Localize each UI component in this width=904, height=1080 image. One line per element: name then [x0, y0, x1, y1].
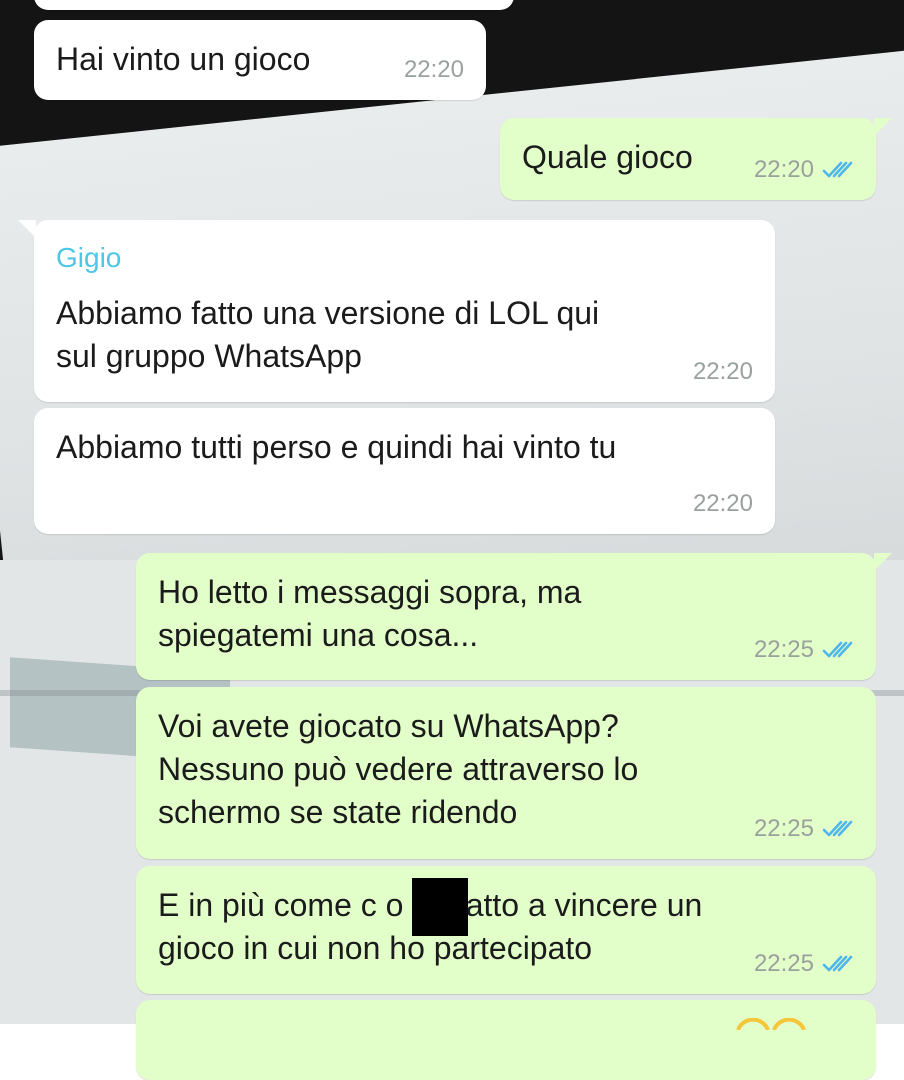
emoji-partial-icon: [736, 1018, 806, 1030]
double-check-icon: [822, 161, 853, 178]
message-time: 22:20: [403, 56, 464, 83]
message-text: Abbiamo tutti perso e quindi hai vinto t…: [56, 429, 617, 465]
double-check-icon: [822, 820, 853, 837]
message-meta: 22:20: [693, 490, 753, 518]
message-bubble-incoming[interactable]: Abbiamo tutti perso e quindi hai vinto t…: [34, 408, 775, 534]
message-text: Hai vinto un gioco: [56, 41, 311, 77]
message-text: Abbiamo fatto una versione di LOL qui su…: [56, 295, 600, 374]
message-bubble-incoming[interactable]: Gigio Abbiamo fatto una versione di LOL …: [18, 220, 775, 402]
sender-name[interactable]: Gigio: [56, 242, 121, 274]
message-time: 22:20: [692, 358, 753, 385]
message-time: 22:25: [753, 950, 814, 977]
double-check-icon: [822, 955, 853, 972]
double-check-icon: [822, 641, 853, 658]
message-bubble-outgoing[interactable]: E in più come c o ho fatto a vincere un …: [136, 866, 876, 994]
message-text: Voi avete giocato su WhatsApp? Nessuno p…: [158, 708, 639, 830]
message-bubble-outgoing[interactable]: Quale gioco 22:20: [500, 118, 892, 200]
redaction-box: [412, 878, 468, 936]
message-bubble-incoming[interactable]: Hai vinto un gioco 22:20: [34, 20, 486, 100]
message-time: 22:20: [753, 156, 814, 183]
message-text: E in più come c o ho fatto a vincere un …: [158, 887, 703, 966]
message-meta: 22:20: [404, 56, 464, 84]
message-bubble-partial-bottom[interactable]: [136, 1000, 876, 1080]
message-bubble-partial-top: [34, 0, 514, 10]
message-meta: 22:25: [754, 636, 854, 664]
message-meta: 22:20: [754, 156, 854, 184]
message-meta: 22:20: [693, 358, 753, 386]
message-bubble-outgoing[interactable]: Ho letto i messaggi sopra, ma spiegatemi…: [136, 553, 892, 680]
message-meta: 22:25: [754, 815, 854, 843]
message-time: 22:25: [753, 636, 814, 663]
message-bubble-outgoing[interactable]: Voi avete giocato su WhatsApp? Nessuno p…: [136, 687, 876, 859]
message-meta: 22:25: [754, 950, 854, 978]
message-text: Ho letto i messaggi sopra, ma spiegatemi…: [158, 574, 582, 653]
message-time: 22:20: [692, 490, 753, 517]
message-time: 22:25: [753, 815, 814, 842]
